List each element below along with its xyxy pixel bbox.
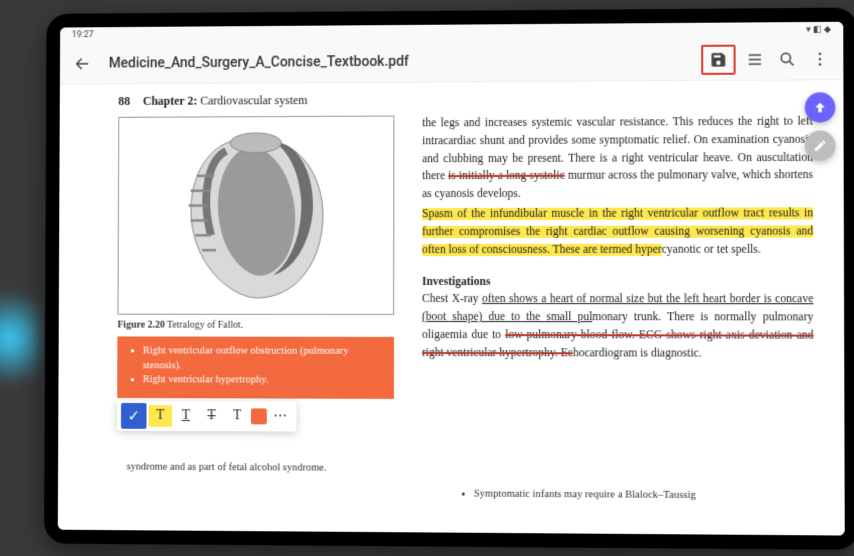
save-button-highlight xyxy=(701,44,735,74)
investigations-heading: Investigations xyxy=(422,273,813,291)
squiggly-tool[interactable]: T xyxy=(225,405,249,427)
toolbar-more-button[interactable]: ⋯ xyxy=(269,405,293,427)
figure-caption-number: Figure 2.20 xyxy=(117,320,164,331)
back-button[interactable] xyxy=(70,50,95,76)
list-item: Symptomatic infants may require a Blaloc… xyxy=(474,487,804,505)
list-item: Right ventricular outflow obstruction (p… xyxy=(143,344,382,374)
list-icon xyxy=(746,50,764,68)
pencil-icon xyxy=(813,139,827,153)
page-header: 88 Chapter 2: Cardiovascular system xyxy=(118,90,813,109)
strikethrough-text: is initially a long systolic xyxy=(448,170,565,182)
edit-fab[interactable] xyxy=(805,131,836,161)
search-button[interactable] xyxy=(774,46,800,72)
highlight-box[interactable]: Right ventricular outflow obstruction (p… xyxy=(117,336,394,399)
list-item: Right ventricular hypertrophy. xyxy=(143,374,382,389)
save-button[interactable] xyxy=(708,49,728,69)
confirm-annotation-button[interactable]: ✓ xyxy=(121,403,147,429)
arrow-up-icon xyxy=(813,100,827,114)
overflow-menu-button[interactable] xyxy=(807,45,834,71)
figure-caption-text: Tetralogy of Fallot. xyxy=(167,320,243,331)
page-number: 88 xyxy=(118,94,130,108)
underline-tool[interactable]: T xyxy=(174,405,198,427)
lower-left-fragment: syndrome and as part of fetal alcohol sy… xyxy=(127,460,440,477)
figure-caption: Figure 2.20 Tetralogy of Fallot. xyxy=(117,320,394,331)
lower-right-fragment: Symptomatic infants may require a Blaloc… xyxy=(460,487,804,505)
chapter-title: Cardiovascular system xyxy=(200,93,307,107)
status-time: 19:27 xyxy=(72,30,94,40)
status-icons: ▾ ◧ ◆ xyxy=(806,25,831,35)
app-header: Medicine_And_Surgery_A_Concise_Textbook.… xyxy=(60,38,844,85)
document-title: Medicine_And_Surgery_A_Concise_Textbook.… xyxy=(109,51,687,71)
figure-heart-diagram xyxy=(117,116,394,315)
strikethrough-tool[interactable]: T xyxy=(200,405,224,427)
annotation-toolbar: ✓ T T T T ⋯ xyxy=(117,401,297,432)
color-swatch[interactable] xyxy=(251,408,267,424)
outline-button[interactable] xyxy=(742,46,768,72)
chapter-label: Chapter 2: xyxy=(143,94,197,108)
save-icon xyxy=(709,50,727,68)
arrow-left-icon xyxy=(74,54,92,72)
heart-illustration-icon xyxy=(157,121,355,310)
scroll-up-button[interactable] xyxy=(805,92,836,122)
highlight-tool[interactable]: T xyxy=(148,405,172,427)
more-vert-icon xyxy=(811,50,829,68)
body-text[interactable]: the legs and increases systemic vascular… xyxy=(422,114,814,421)
search-icon xyxy=(778,50,796,68)
document-page[interactable]: 88 Chapter 2: Cardiovascular system xyxy=(58,80,845,535)
